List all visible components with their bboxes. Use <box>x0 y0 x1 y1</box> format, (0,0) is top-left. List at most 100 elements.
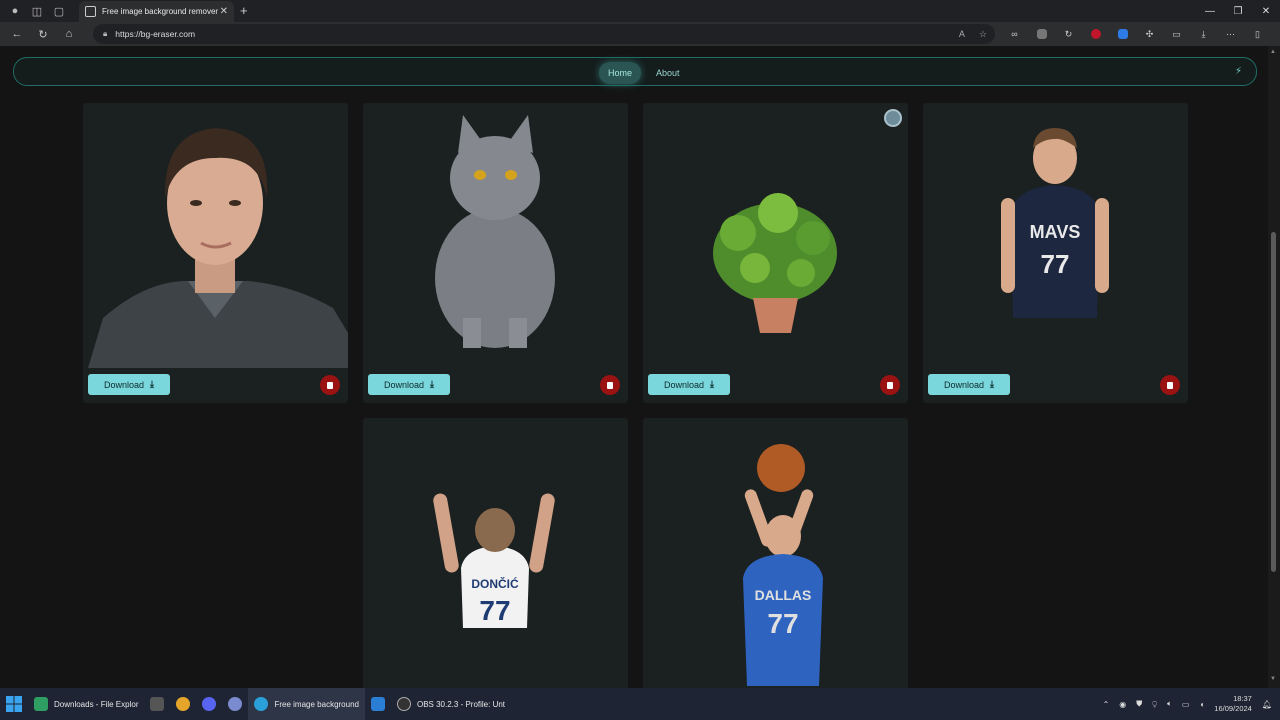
download-label: Download <box>103 379 145 390</box>
download-icon: ⤓ <box>150 379 154 389</box>
taskbar-item-chrome[interactable] <box>170 688 196 720</box>
download-label: Download <box>943 379 985 390</box>
scrollbar-thumb[interactable] <box>1271 232 1276 572</box>
nav-home-link[interactable]: Home <box>599 62 642 84</box>
gallery-card: Download ⤓ <box>643 103 908 403</box>
trash-icon <box>607 381 613 389</box>
delete-button[interactable] <box>1160 375 1180 395</box>
extensions-puzzle-icon[interactable]: ✣ <box>1140 25 1159 43</box>
taskbar-item-app[interactable] <box>222 688 248 720</box>
tab-actions-icon[interactable]: ▢ <box>52 4 66 18</box>
download-button[interactable]: Download ⤓ <box>648 374 730 395</box>
site-favicon-icon <box>85 6 96 17</box>
taskbar-item-vscode[interactable] <box>365 688 391 720</box>
download-label: Download <box>383 379 425 390</box>
lock-icon[interactable]: 🔒︎ <box>103 29 107 39</box>
download-button[interactable]: Download ⤓ <box>88 374 170 395</box>
web-page: Home About ⚡︎ Download ⤓ Download ⤓ Down… <box>0 46 1268 688</box>
terminal-icon <box>150 697 165 711</box>
trash-icon <box>887 381 893 389</box>
scroll-up-icon[interactable]: ▲ <box>1270 49 1276 55</box>
menu-more-icon[interactable]: ⋯ <box>1221 25 1240 43</box>
windows-taskbar: Downloads - File Explor Free image backg… <box>0 688 1280 720</box>
restore-icon[interactable]: ❐ <box>1224 0 1252 22</box>
system-tray: ⌃ ◉ ⛊ ⍜ 🔈︎ ▭ ◖ 18:37 16/09/2024 🔔︎ <box>1103 688 1280 720</box>
minimize-icon[interactable]: — <box>1196 0 1224 22</box>
discord-icon <box>202 697 217 711</box>
clock-time: 18:37 <box>1233 694 1252 703</box>
browser-tab[interactable]: Free image background remover ✕ <box>79 1 234 22</box>
svg-text:77: 77 <box>767 608 798 639</box>
extension-red-icon[interactable] <box>1086 25 1105 43</box>
read-aloud-icon[interactable]: A <box>959 29 965 40</box>
new-tab-icon[interactable]: + <box>240 3 248 18</box>
scroll-down-icon[interactable]: ▼ <box>1270 676 1276 682</box>
player-shooting-image: DALLAS 77 <box>643 418 908 688</box>
download-button[interactable]: Download ⤓ <box>368 374 450 395</box>
taskbar-item-obs[interactable]: OBS 30.2.3 - Profile: Unt <box>391 688 511 720</box>
gallery-card: Download ⤓ <box>363 103 628 403</box>
taskbar-item-discord[interactable] <box>196 688 222 720</box>
reload-icon[interactable]: ↻ <box>34 25 52 43</box>
workspaces-icon[interactable]: ◫ <box>30 4 44 18</box>
notifications-icon[interactable]: 🔔︎ <box>1262 700 1272 709</box>
taskbar-item-terminal[interactable] <box>144 688 170 720</box>
delete-button[interactable] <box>600 375 620 395</box>
svg-text:77: 77 <box>479 595 510 626</box>
taskbar-item-label: OBS 30.2.3 - Profile: Unt <box>416 699 506 709</box>
taskbar-item-label: Downloads - File Explor <box>54 699 139 709</box>
extension-blue-icon[interactable] <box>1113 25 1132 43</box>
close-tab-icon[interactable]: ✕ <box>220 6 228 17</box>
extension-refresh-icon[interactable]: ↻ <box>1059 25 1078 43</box>
downloads-icon[interactable]: ⤓ <box>1194 25 1213 43</box>
file-explorer-icon <box>34 697 48 711</box>
page-scrollbar[interactable]: ▲ ▼ <box>1268 46 1280 688</box>
svg-text:MAVS: MAVS <box>1030 222 1081 242</box>
plant-image <box>643 103 908 343</box>
close-window-icon[interactable]: ✕ <box>1252 0 1280 22</box>
svg-text:DALLAS: DALLAS <box>755 587 812 603</box>
cat-image <box>363 103 628 353</box>
download-button[interactable]: Download ⤓ <box>928 374 1010 395</box>
microphone-icon[interactable]: ⍜ <box>1152 699 1157 709</box>
extension-glasses-icon[interactable]: ∞ <box>1005 25 1024 43</box>
player-maus-image: MAVS 77 <box>923 103 1188 323</box>
address-bar-row: ← ↻ ⌂ 🔒︎ https://bg-eraser.com A ☆ ∞ ↻ ✣… <box>0 22 1280 46</box>
tray-shield-icon[interactable]: ⛊ <box>1136 699 1142 709</box>
volume-icon[interactable]: 🔈︎ <box>1167 699 1172 709</box>
delete-button[interactable] <box>320 375 340 395</box>
sidebar-toggle-icon[interactable]: ▯ <box>1248 25 1267 43</box>
favorite-star-icon[interactable]: ☆ <box>979 29 987 40</box>
gallery-card: DALLAS 77 <box>643 418 908 688</box>
home-icon[interactable]: ⌂ <box>60 25 78 43</box>
speaker-icon[interactable]: ◖ <box>1199 700 1204 709</box>
windows-logo-icon <box>6 696 22 712</box>
url-text: https://bg-eraser.com <box>115 29 196 39</box>
start-button[interactable] <box>0 688 28 720</box>
gallery-card: MAVS 77 Download ⤓ <box>923 103 1188 403</box>
player-back-image: DONČIĆ 77 <box>363 418 628 628</box>
nav-about-link[interactable]: About <box>647 62 689 84</box>
site-navbar: Home About ⚡︎ <box>13 57 1257 86</box>
delete-button[interactable] <box>880 375 900 395</box>
download-icon: ⤓ <box>990 379 994 389</box>
system-clock[interactable]: 18:37 16/09/2024 <box>1214 694 1252 714</box>
tray-overflow-icon[interactable]: ⌃ <box>1103 700 1110 709</box>
tray-chrome-icon[interactable]: ◉ <box>1119 700 1126 709</box>
trash-icon <box>1167 381 1173 389</box>
address-field[interactable]: 🔒︎ https://bg-eraser.com A ☆ <box>93 24 995 44</box>
tab-title: Free image background remover <box>102 7 219 16</box>
cast-icon[interactable]: ▭ <box>1167 25 1186 43</box>
extension-grey-icon[interactable] <box>1032 25 1051 43</box>
taskbar-item-label: Free image background <box>274 699 359 709</box>
svg-text:77: 77 <box>1041 249 1070 279</box>
back-icon[interactable]: ← <box>8 25 26 43</box>
profile-icon[interactable]: ● <box>8 4 22 18</box>
taskbar-item-edge[interactable]: Free image background <box>248 688 365 720</box>
taskbar-item-file-explorer[interactable]: Downloads - File Explor <box>28 688 144 720</box>
vscode-icon <box>370 697 385 711</box>
theme-toggle-icon[interactable]: ⚡︎ <box>1235 66 1242 77</box>
app-icon <box>228 697 243 711</box>
network-icon[interactable]: ▭ <box>1182 700 1190 709</box>
download-label: Download <box>663 379 705 390</box>
